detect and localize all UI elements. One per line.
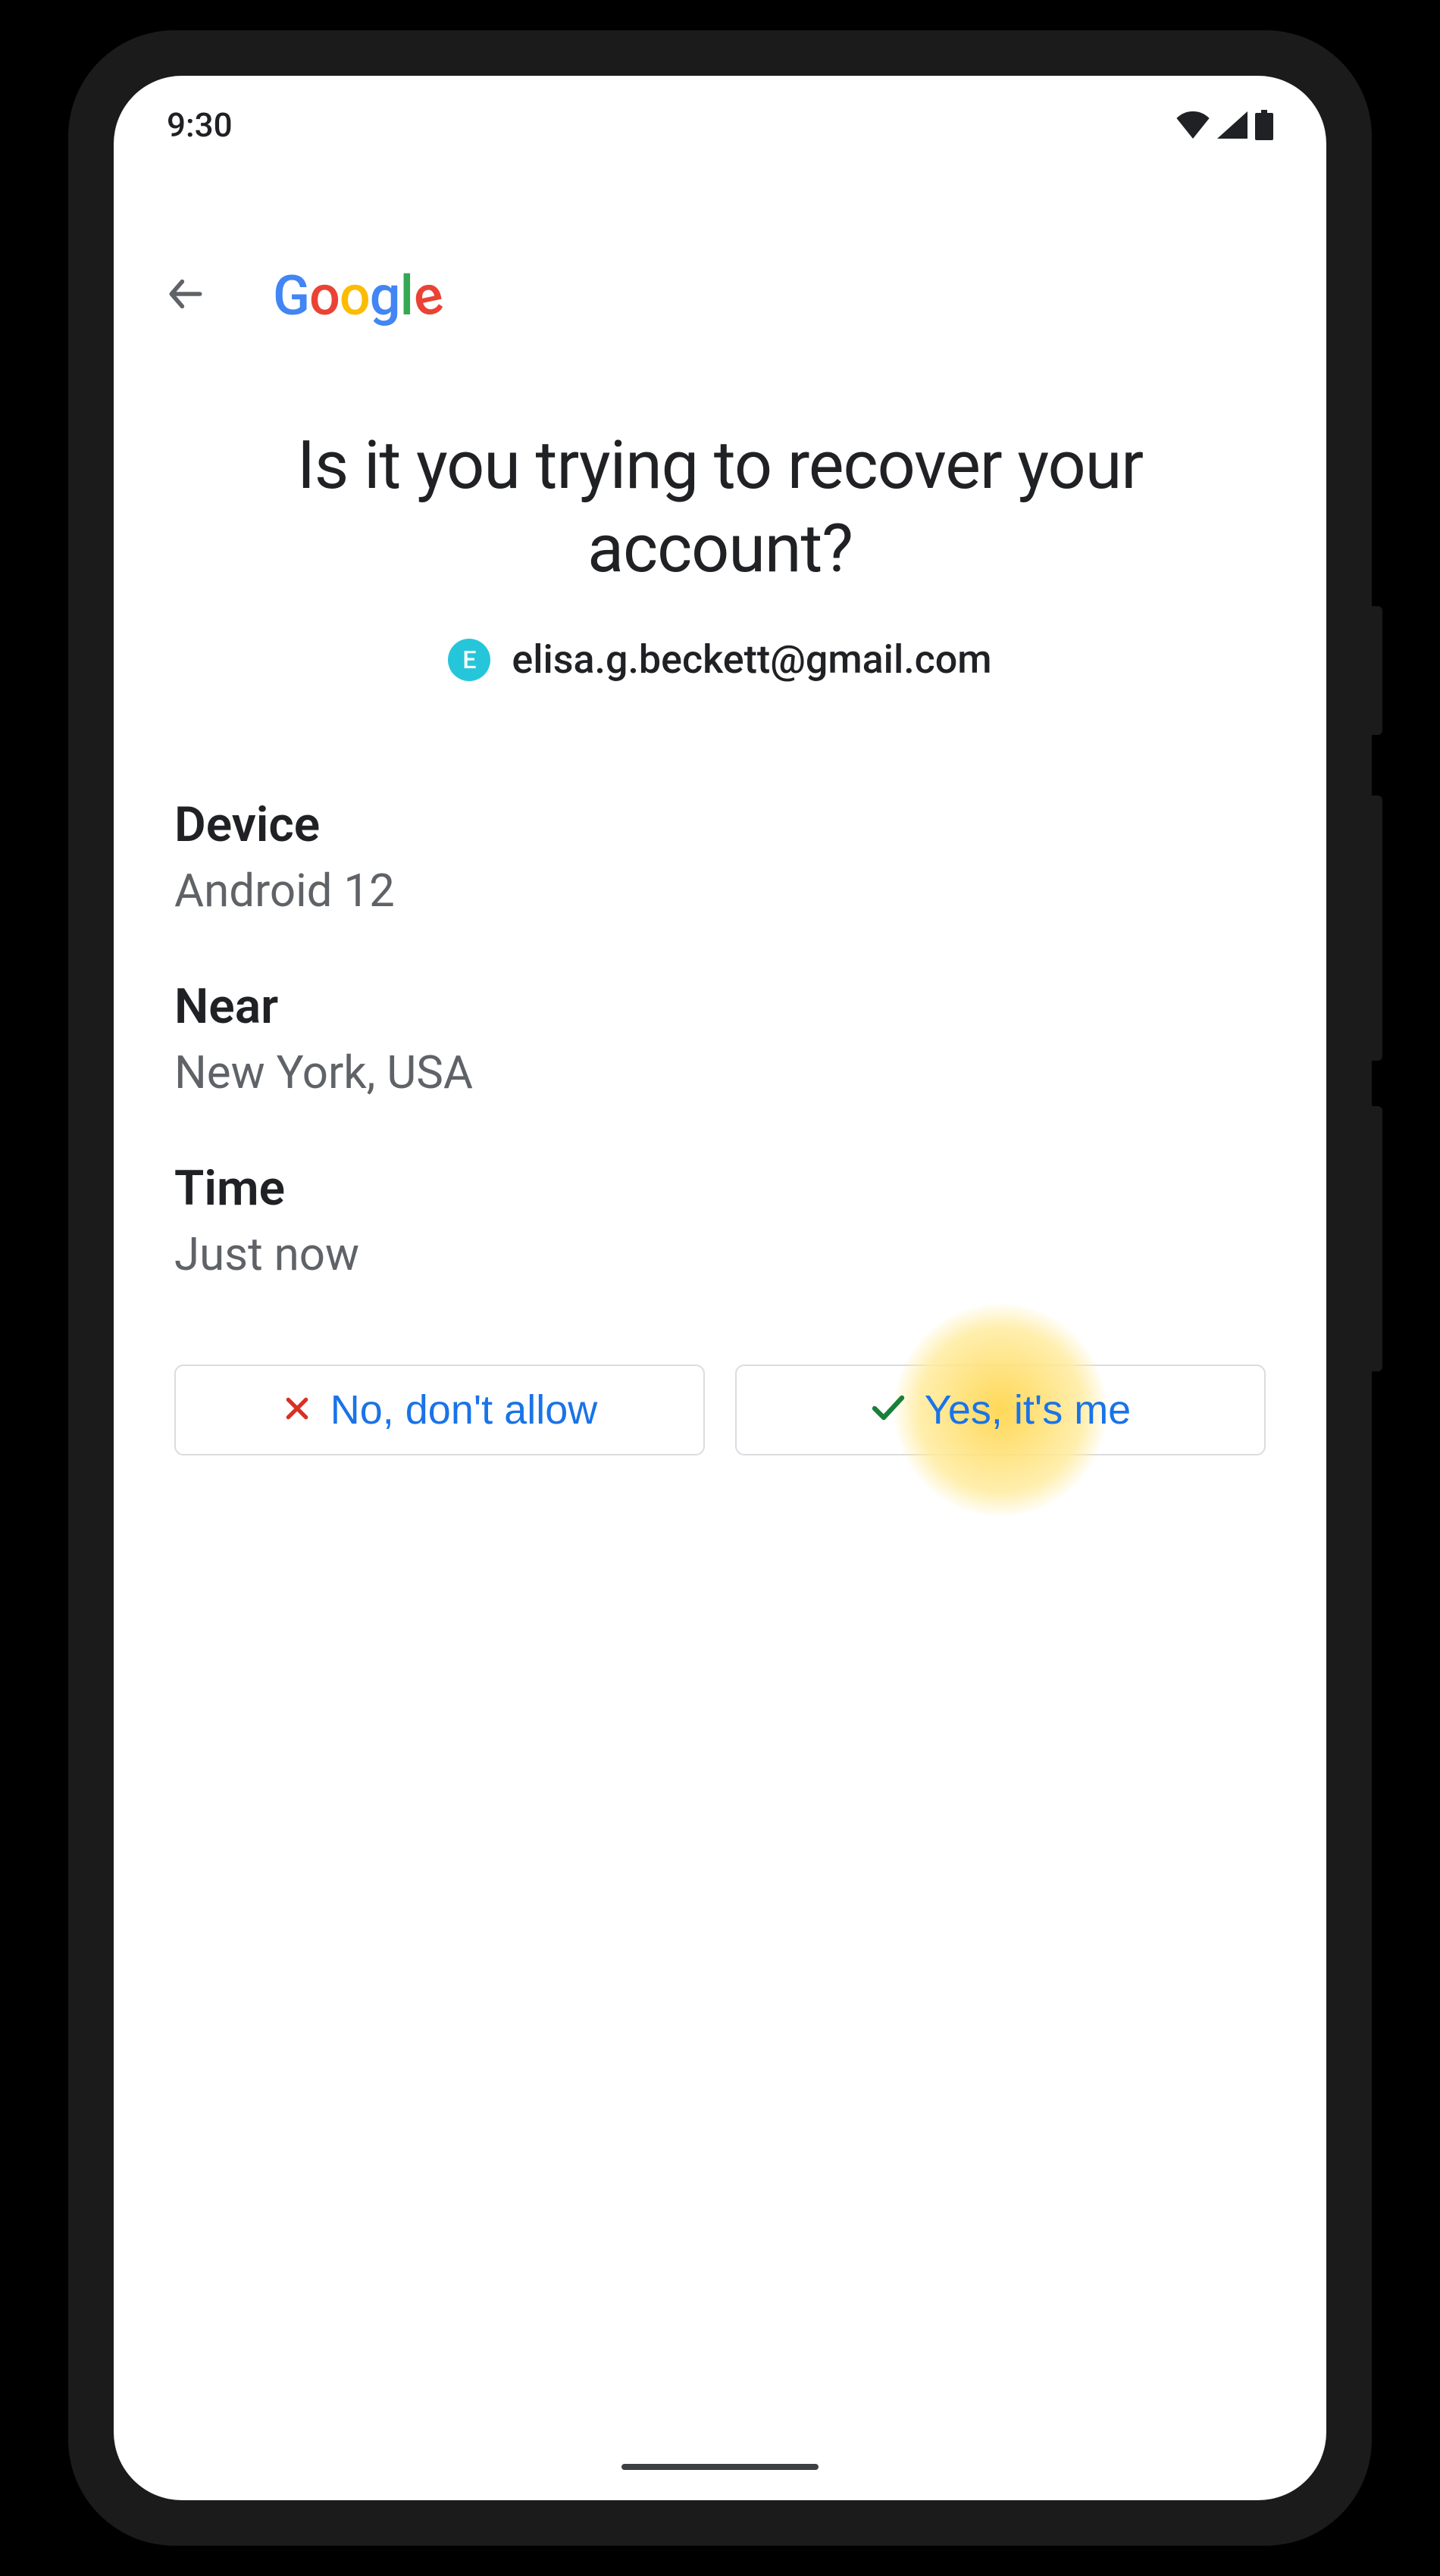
- detail-near: Near New York, USA: [174, 978, 1266, 1099]
- detail-time: Time Just now: [174, 1160, 1266, 1281]
- deny-label: No, don't allow: [330, 1386, 598, 1433]
- wifi-icon: [1176, 111, 1210, 139]
- allow-button[interactable]: Yes, it's me: [735, 1365, 1266, 1455]
- phone-side-button: [1372, 606, 1382, 735]
- arrow-left-icon: [164, 273, 207, 318]
- near-label: Near: [174, 978, 1266, 1035]
- status-icons: [1176, 110, 1273, 140]
- avatar: E: [448, 639, 490, 681]
- page-title: Is it you trying to recover your account…: [174, 424, 1266, 591]
- account-chip[interactable]: E elisa.g.beckett@gmail.com: [174, 636, 1266, 683]
- phone-volume-up: [1372, 796, 1382, 1061]
- allow-label: Yes, it's me: [925, 1386, 1131, 1433]
- back-button[interactable]: [159, 269, 212, 322]
- check-icon: [870, 1386, 906, 1433]
- action-buttons: No, don't allow Yes, it's me: [174, 1365, 1266, 1455]
- battery-icon: [1255, 110, 1273, 140]
- screen: 9:30 Google: [114, 76, 1326, 2500]
- google-logo: Google: [273, 264, 442, 328]
- status-time: 9:30: [167, 105, 233, 145]
- app-header: Google: [114, 250, 1326, 341]
- phone-volume-down: [1372, 1106, 1382, 1371]
- content: Is it you trying to recover your account…: [174, 424, 1266, 1455]
- near-value: New York, USA: [174, 1046, 1266, 1099]
- device-label: Device: [174, 796, 1266, 853]
- cellular-icon: [1217, 111, 1247, 139]
- time-value: Just now: [174, 1227, 1266, 1281]
- device-value: Android 12: [174, 864, 1266, 918]
- phone-frame: 9:30 Google: [68, 30, 1372, 2546]
- detail-device: Device Android 12: [174, 796, 1266, 918]
- home-indicator[interactable]: [621, 2464, 819, 2470]
- time-label: Time: [174, 1160, 1266, 1217]
- deny-button[interactable]: No, don't allow: [174, 1365, 705, 1455]
- status-bar: 9:30: [114, 76, 1326, 174]
- account-email: elisa.g.beckett@gmail.com: [512, 636, 991, 683]
- x-icon: [282, 1386, 312, 1433]
